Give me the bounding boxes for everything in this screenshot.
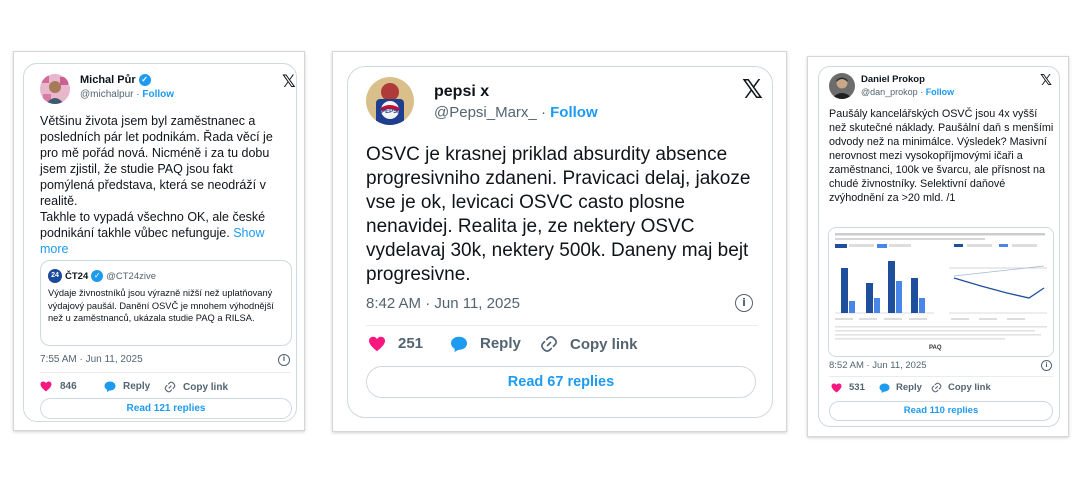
info-icon[interactable]: i [278, 354, 290, 366]
reply-label: Reply [480, 335, 521, 352]
copy-link-button[interactable]: Copy link [164, 381, 228, 393]
info-icon[interactable]: i [735, 294, 753, 312]
follow-button[interactable]: Follow [550, 104, 598, 121]
author-name[interactable]: Daniel Prokop [861, 74, 925, 85]
tweet-text: OSVC je krasnej priklad absurdity absenc… [366, 144, 751, 285]
tweet-text: Paušály kancelářských OSVČ jsou 4x vyšší… [829, 108, 1054, 204]
reply-button[interactable]: Reply [450, 335, 521, 352]
info-icon[interactable]: i [1041, 360, 1052, 371]
like-button[interactable]: 531 [831, 382, 865, 393]
author-handle-row: @Pepsi_Marx_ · Follow [434, 104, 598, 121]
quoted-text: Výdaje živnostníků jsou výrazně nižší ne… [48, 288, 274, 323]
tweet-container: PEPSI pepsi x @Pepsi_Marx_ · Follow 𝕏 OS… [347, 66, 773, 418]
svg-text:PEPSI: PEPSI [381, 109, 399, 115]
quoted-tweet[interactable]: 24 ČT24 ✓ @CT24zive Výdaje živnostníků js… [40, 260, 292, 346]
avatar-image: PEPSI [366, 77, 414, 125]
like-button[interactable]: 846 [40, 381, 77, 392]
reply-button[interactable]: Reply [879, 382, 922, 393]
follow-button[interactable]: Follow [142, 89, 174, 100]
avatar-image [829, 73, 855, 99]
reply-bubble-icon [451, 336, 467, 352]
quoted-author-row: 24 ČT24 ✓ @CT24zive [48, 269, 156, 283]
quoted-avatar: 24 [48, 269, 62, 283]
like-count: 846 [60, 381, 77, 392]
timestamp[interactable]: 8:52 AM · Jun 11, 2025 [829, 360, 927, 371]
reply-label: Reply [123, 381, 151, 392]
divider [40, 372, 290, 373]
like-count: 531 [849, 382, 865, 393]
copy-link-label: Copy link [570, 335, 638, 353]
heart-icon [831, 382, 842, 393]
divider [366, 325, 758, 326]
reply-label: Reply [896, 382, 922, 393]
timestamp[interactable]: 7:55 AM · Jun 11, 2025 [40, 354, 143, 365]
author-handle-row: @dan_prokop · Follow [861, 87, 955, 97]
like-count: 251 [398, 335, 424, 352]
read-replies-button[interactable]: Read 67 replies [366, 366, 756, 398]
x-logo-icon[interactable]: 𝕏 [1040, 71, 1052, 89]
tweet-card-dan-prokop: Daniel Prokop @dan_prokop · Follow 𝕏 Pau… [807, 56, 1069, 437]
author-name[interactable]: Michal Půr ✓ [80, 74, 151, 87]
attached-chart-image[interactable]: PAQ [828, 227, 1054, 357]
author-name-text: Michal Půr [80, 74, 136, 86]
link-icon [541, 336, 557, 352]
heart-icon [40, 381, 52, 392]
copy-link-label: Copy link [948, 382, 991, 393]
tweet-card-michalpur: Michal Půr ✓ @michalpur · Follow 𝕏 Většin… [13, 51, 305, 431]
avatar-image [40, 74, 70, 104]
author-name[interactable]: pepsi x [434, 83, 489, 101]
chart-logo: PAQ [929, 345, 942, 351]
timestamp[interactable]: 8:42 AM · Jun 11, 2025 [366, 295, 520, 312]
author-handle[interactable]: @dan_prokop [861, 87, 918, 97]
link-icon [164, 381, 176, 393]
heart-icon [369, 336, 385, 351]
quoted-author-name: ČT24 [65, 270, 89, 282]
chart-image [829, 228, 1053, 356]
verified-badge-icon: ✓ [91, 270, 104, 282]
tweet-text: Většinu života jsem byl zaměstnanec a po… [40, 113, 285, 257]
x-logo-icon[interactable]: 𝕏 [282, 72, 296, 92]
reply-button[interactable]: Reply [104, 381, 150, 392]
avatar[interactable] [40, 74, 70, 104]
quoted-author-handle: @CT24zive [106, 270, 157, 282]
tweet-text-content: Většinu života jsem byl zaměstnanec a po… [40, 114, 273, 240]
read-replies-button[interactable]: Read 121 replies [40, 398, 292, 419]
copy-link-button[interactable]: Copy link [931, 382, 991, 393]
reply-bubble-icon [104, 381, 116, 392]
divider [829, 376, 1053, 377]
verified-badge-icon: ✓ [138, 74, 151, 87]
like-button[interactable]: 251 [368, 335, 423, 352]
reply-bubble-icon [879, 382, 890, 393]
tweet-container: Michal Půr ✓ @michalpur · Follow 𝕏 Většin… [23, 63, 297, 422]
tweet-container: Daniel Prokop @dan_prokop · Follow 𝕏 Pau… [818, 66, 1060, 427]
avatar[interactable] [829, 73, 855, 99]
avatar[interactable]: PEPSI [366, 77, 414, 125]
author-handle[interactable]: @michalpur [80, 89, 134, 100]
author-handle-row: @michalpur · Follow [80, 89, 175, 100]
link-icon [931, 382, 942, 393]
follow-button[interactable]: Follow [926, 87, 955, 97]
copy-link-button[interactable]: Copy link [540, 335, 638, 353]
tweet-card-pepsi-marx: PEPSI pepsi x @Pepsi_Marx_ · Follow 𝕏 OS… [332, 51, 787, 432]
read-replies-button[interactable]: Read 110 replies [829, 401, 1053, 421]
x-logo-icon[interactable]: 𝕏 [742, 75, 763, 105]
author-handle[interactable]: @Pepsi_Marx_ [434, 104, 537, 121]
copy-link-label: Copy link [183, 381, 229, 393]
